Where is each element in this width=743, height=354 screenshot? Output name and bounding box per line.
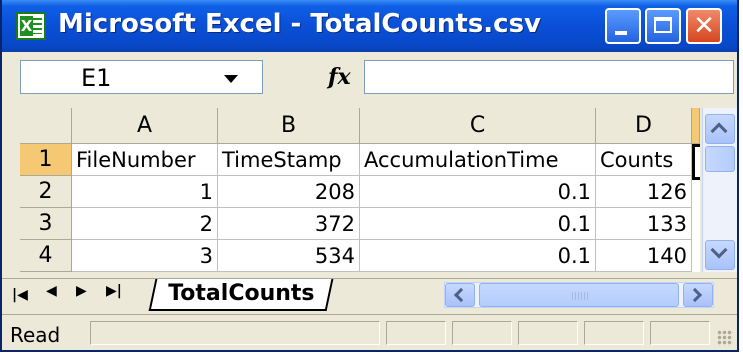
row-header-1[interactable]: 1 [20, 144, 72, 176]
sheet-tabs-bar: |◀ ◀ ▶ ▶| TotalCounts [2, 278, 737, 311]
cell-c1[interactable]: AccumulationTime [360, 144, 596, 176]
excel-icon[interactable]: X [16, 12, 46, 40]
next-sheet-icon: ▶ [76, 283, 87, 299]
vertical-scrollbar[interactable] [702, 108, 737, 272]
cell-c3[interactable]: 0.1 [360, 208, 596, 240]
first-sheet-icon: |◀ [12, 287, 28, 303]
previous-sheet-button[interactable]: ◀ [46, 283, 57, 299]
cell-a2[interactable]: 1 [72, 176, 218, 208]
maximize-button[interactable] [645, 8, 681, 44]
horizontal-scrollbar[interactable] [444, 282, 714, 308]
chevron-left-icon [453, 287, 469, 303]
chevron-down-icon [710, 241, 728, 259]
row-header-2[interactable]: 2 [20, 176, 72, 208]
last-sheet-button[interactable]: ▶| [106, 283, 122, 299]
minimize-button[interactable] [605, 8, 641, 44]
horizontal-scroll-thumb[interactable] [479, 283, 679, 307]
maximize-icon [654, 17, 672, 33]
first-sheet-button[interactable]: |◀ [12, 283, 28, 304]
spreadsheet-grid: A B C D 1 2 3 4 FileNumber TimeStamp Acc… [20, 108, 700, 272]
cell-d2[interactable]: 126 [596, 176, 692, 208]
cell-d3[interactable]: 133 [596, 208, 692, 240]
cell-c4[interactable]: 0.1 [360, 240, 596, 272]
chevron-up-icon [710, 122, 728, 140]
resize-grip-icon[interactable] [717, 330, 733, 346]
cell-b3[interactable]: 372 [218, 208, 360, 240]
select-all-corner[interactable] [20, 108, 72, 144]
cell-a1[interactable]: FileNumber [72, 144, 218, 176]
name-box-dropdown-icon[interactable] [224, 75, 238, 83]
status-panel [584, 321, 644, 345]
status-panel [452, 321, 512, 345]
cell-b1[interactable]: TimeStamp [218, 144, 360, 176]
column-header-e[interactable] [692, 108, 700, 144]
cell-b4[interactable]: 534 [218, 240, 360, 272]
status-panel [650, 321, 710, 345]
title-bar[interactable]: X Microsoft Excel - TotalCounts.csv ✕ [2, 0, 737, 52]
window-title: Microsoft Excel - TotalCounts.csv [58, 9, 542, 39]
status-panel [386, 321, 446, 345]
close-button[interactable]: ✕ [686, 8, 722, 44]
formula-bar: E1 fx [2, 52, 737, 99]
name-box-value: E1 [81, 64, 112, 92]
cell-a3[interactable]: 2 [72, 208, 218, 240]
scroll-left-button[interactable] [445, 283, 475, 307]
last-sheet-icon: ▶| [106, 283, 122, 299]
formula-input[interactable] [364, 60, 734, 94]
cell-a4[interactable]: 3 [72, 240, 218, 272]
minimize-icon [615, 31, 627, 35]
status-text: Read [10, 323, 61, 347]
status-panel [90, 321, 380, 345]
name-box[interactable]: E1 [20, 60, 263, 94]
insert-function-button[interactable]: fx [328, 64, 351, 90]
status-panel [518, 321, 578, 345]
chevron-right-icon [687, 287, 703, 303]
scroll-down-button[interactable] [705, 240, 735, 270]
row-header-4[interactable]: 4 [20, 240, 72, 272]
cell-d1[interactable]: Counts [596, 144, 692, 176]
cell-c2[interactable]: 0.1 [360, 176, 596, 208]
row-header-3[interactable]: 3 [20, 208, 72, 240]
column-header-a[interactable]: A [72, 108, 218, 144]
close-icon: ✕ [693, 11, 715, 41]
column-header-c[interactable]: C [360, 108, 596, 144]
excel-window: X Microsoft Excel - TotalCounts.csv ✕ E1… [0, 0, 739, 352]
next-sheet-button[interactable]: ▶ [76, 283, 87, 299]
sheet-tab-totalcounts[interactable]: TotalCounts [148, 279, 334, 311]
cell-d4[interactable]: 140 [596, 240, 692, 272]
grip-icon [572, 292, 588, 300]
scroll-up-button[interactable] [705, 114, 735, 144]
active-cell-e1[interactable] [692, 144, 700, 180]
column-header-d[interactable]: D [596, 108, 692, 144]
column-header-b[interactable]: B [218, 108, 360, 144]
previous-sheet-icon: ◀ [46, 283, 57, 299]
scroll-right-button[interactable] [683, 283, 713, 307]
status-bar: Read [2, 314, 737, 350]
vertical-scroll-thumb[interactable] [705, 146, 735, 172]
cell-b2[interactable]: 208 [218, 176, 360, 208]
